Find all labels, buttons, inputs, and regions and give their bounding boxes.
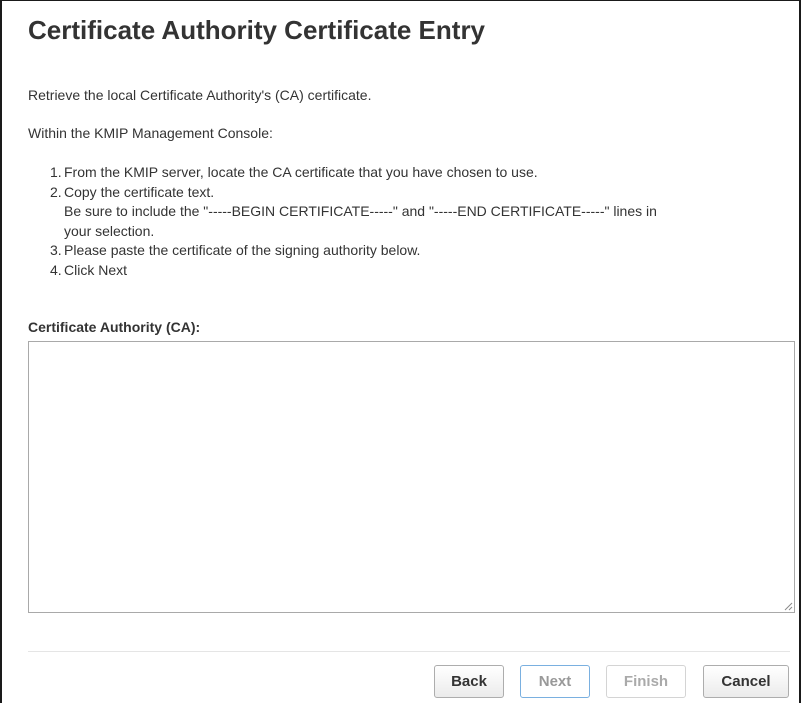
certificate-entry-dialog: Certificate Authority Certificate Entry … xyxy=(0,0,801,703)
step-3: 3. Please paste the certificate of the s… xyxy=(50,241,764,261)
step-number: 4. xyxy=(50,261,62,278)
step-number: 3. xyxy=(50,242,62,258)
step-2: 2. Copy the certificate text. Be sure to… xyxy=(50,183,764,242)
step-number: 1. xyxy=(50,164,62,180)
step-4: 4. Click Next xyxy=(50,261,764,281)
back-button[interactable]: Back xyxy=(434,665,504,698)
footer-divider xyxy=(28,651,790,652)
step-2-note-line-2: your selection. xyxy=(64,222,155,239)
intro-text: Retrieve the local Certificate Authority… xyxy=(28,87,372,103)
ca-field-label: Certificate Authority (CA): xyxy=(28,319,201,335)
step-1: 1. From the KMIP server, locate the CA c… xyxy=(50,163,764,183)
next-button[interactable]: Next xyxy=(520,665,590,698)
dialog-title: Certificate Authority Certificate Entry xyxy=(28,15,486,45)
ca-certificate-textarea[interactable] xyxy=(28,341,795,613)
finish-button[interactable]: Finish xyxy=(606,665,686,698)
step-2-note-line-1: Be sure to include the "-----BEGIN CERTI… xyxy=(64,203,657,219)
step-text: From the KMIP server, locate the CA cert… xyxy=(64,164,538,180)
console-instruction: Within the KMIP Management Console: xyxy=(28,125,273,141)
resize-grip-icon[interactable] xyxy=(783,601,793,611)
step-text: Copy the certificate text. xyxy=(64,183,215,200)
step-text: Click Next xyxy=(64,261,128,278)
cancel-button[interactable]: Cancel xyxy=(703,665,789,698)
step-text: Please paste the certificate of the sign… xyxy=(64,242,421,258)
step-number: 2. xyxy=(50,183,62,200)
instruction-steps: 1. From the KMIP server, locate the CA c… xyxy=(50,163,764,281)
